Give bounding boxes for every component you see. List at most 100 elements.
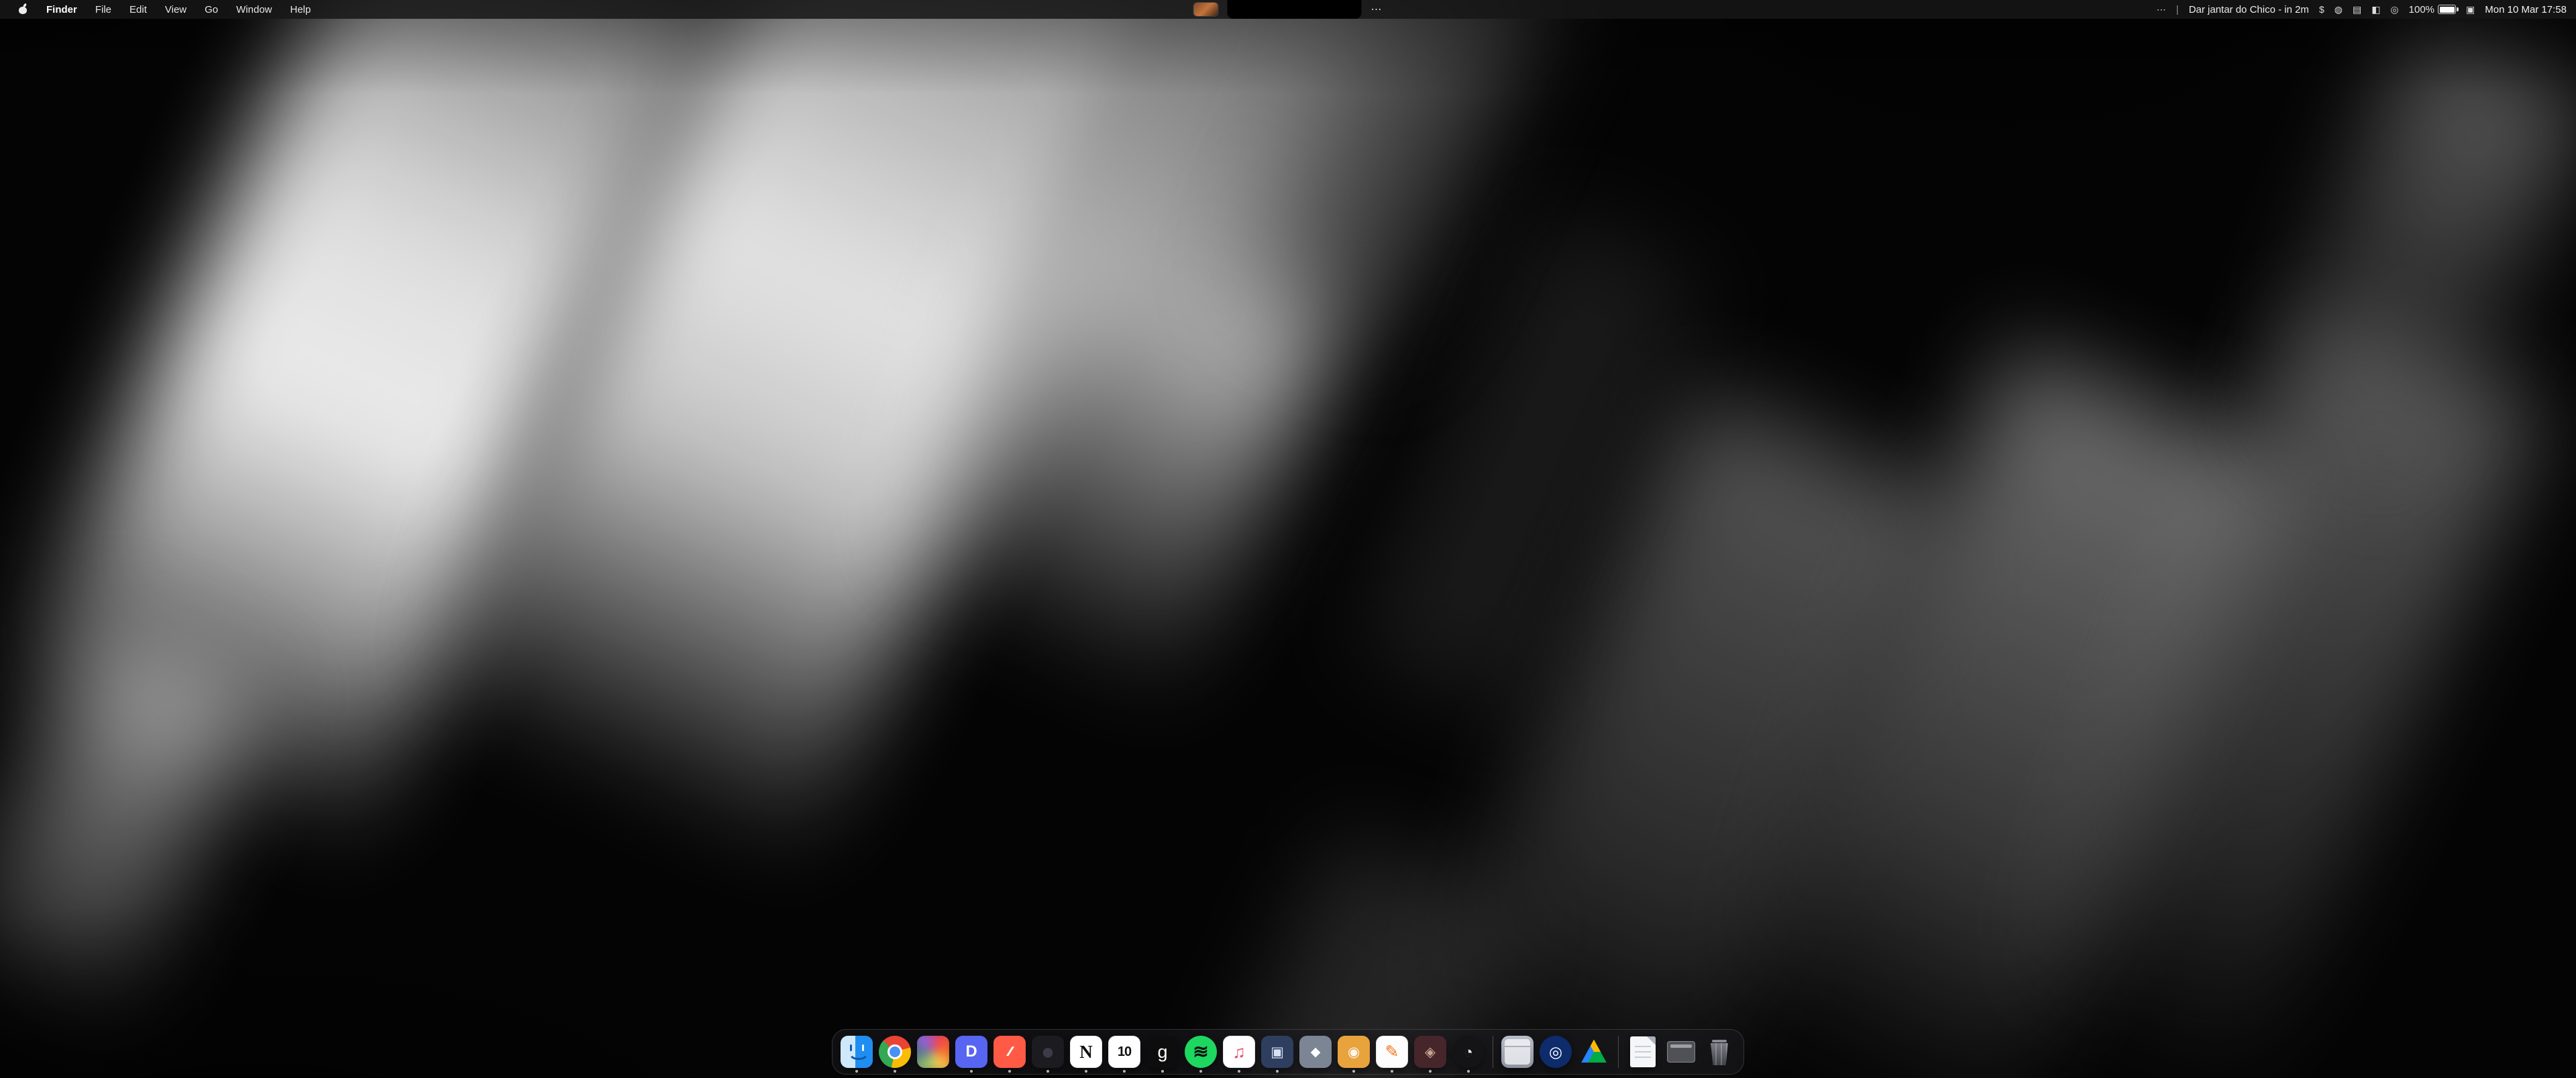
running-indicator — [1123, 1070, 1126, 1073]
dock-icon-glyph: ◔ — [1464, 1044, 1473, 1060]
menu-app-name[interactable]: Finder — [46, 4, 77, 15]
menu-item-edit[interactable]: Edit — [129, 4, 147, 15]
dock-item-freeform[interactable]: ✎ — [1375, 1036, 1409, 1068]
now-playing-widget[interactable] — [1194, 3, 1218, 16]
menu-item-help[interactable]: Help — [290, 4, 311, 15]
running-indicator — [970, 1070, 973, 1073]
dock-item-notion[interactable]: N — [1069, 1036, 1103, 1068]
running-indicator — [1085, 1070, 1087, 1073]
minimized-window-thumbnail — [1667, 1041, 1695, 1063]
dock-item-trash[interactable] — [1703, 1036, 1736, 1068]
screen-mirroring-icon[interactable]: ▣ — [2466, 4, 2475, 15]
menu-bar: Finder File Edit View Go Window Help ⋯ ⋯… — [0, 0, 2576, 19]
running-indicator — [894, 1070, 896, 1073]
running-indicator — [1429, 1070, 1432, 1073]
dock-item-amber-app[interactable]: ◉ — [1337, 1036, 1371, 1068]
battery-icon — [2438, 5, 2456, 14]
document-icon — [1630, 1036, 1656, 1067]
dock-item-maroon-app[interactable]: ◈ — [1413, 1036, 1447, 1068]
wallpaper — [0, 0, 2576, 1078]
dock-item-timer-app[interactable]: ◔ — [1452, 1036, 1485, 1068]
finder-icon — [841, 1036, 873, 1068]
menu-item-go[interactable]: Go — [205, 4, 218, 15]
dock-icon-glyph: D — [965, 1044, 977, 1060]
launchpad-icon — [917, 1036, 949, 1068]
g-app-icon: g — [1146, 1036, 1179, 1068]
menu-bar-right: ⋯ | Dar jantar do Chico - in 2m $ ◍ ▤ ◧ … — [2157, 4, 2576, 15]
google-drive-icon — [1578, 1036, 1610, 1068]
dark-orb-app-icon: ● — [1032, 1036, 1064, 1068]
dock-icon-glyph: 10 — [1118, 1045, 1131, 1059]
dock-item-chrome[interactable] — [878, 1036, 912, 1068]
notion-calendar-icon: 10 — [1108, 1036, 1140, 1068]
dock-item-google-drive[interactable] — [1577, 1036, 1611, 1068]
dock-icon-glyph: g — [1157, 1043, 1167, 1061]
dock-item-discord[interactable]: D — [955, 1036, 988, 1068]
overflow-menu-icon[interactable]: ⋯ — [1371, 3, 1383, 16]
battery-percent: 100% — [2409, 4, 2434, 15]
dock-item-notion-calendar[interactable]: 10 — [1108, 1036, 1141, 1068]
dock-item-spotify[interactable]: ≋ — [1184, 1036, 1218, 1068]
menubar-overflow-icon[interactable]: ⋯ — [2157, 4, 2166, 15]
launcher-icon[interactable]: ◎ — [2390, 4, 2398, 15]
dock-item-launchpad[interactable] — [916, 1036, 950, 1068]
running-indicator — [1046, 1070, 1049, 1073]
status-dot-icon[interactable]: ◍ — [2334, 4, 2343, 15]
dock-icon-glyph: ≋ — [1193, 1042, 1208, 1061]
dock: D ∕∕ ● N 10 g ≋ ♫ — [832, 1029, 1744, 1075]
menu-item-file[interactable]: File — [95, 4, 111, 15]
control-center-icon[interactable]: ◧ — [2371, 4, 2380, 15]
maroon-app-icon: ◈ — [1414, 1036, 1446, 1068]
dock-icon-glyph: ◉ — [1348, 1045, 1360, 1059]
1password-icon: ◎ — [1540, 1036, 1572, 1068]
dock-icon-glyph: ◆ — [1311, 1046, 1321, 1059]
dock-item-navy-app[interactable]: ▣ — [1260, 1036, 1294, 1068]
menu-item-view[interactable]: View — [165, 4, 186, 15]
dock-item-g-app[interactable]: g — [1146, 1036, 1179, 1068]
trash-icon — [1703, 1036, 1735, 1068]
dock-icon-glyph: ♫ — [1232, 1043, 1246, 1061]
apple-menu-icon[interactable] — [17, 4, 28, 15]
navy-app-icon: ▣ — [1261, 1036, 1293, 1068]
dock-icon-glyph: ● — [1041, 1040, 1055, 1063]
dock-item-finder[interactable] — [840, 1036, 873, 1068]
dock-item-document[interactable] — [1626, 1036, 1660, 1068]
running-indicator — [1467, 1070, 1470, 1073]
dock-item-raycast[interactable]: ∕∕ — [993, 1036, 1026, 1068]
music-icon: ♫ — [1223, 1036, 1255, 1068]
camera-notch — [1228, 0, 1362, 19]
spotify-icon: ≋ — [1185, 1036, 1217, 1068]
dock-item-music[interactable]: ♫ — [1222, 1036, 1256, 1068]
dock-icon-glyph: ▣ — [1271, 1045, 1284, 1059]
display-icon[interactable]: ▤ — [2353, 4, 2361, 15]
discord-icon: D — [955, 1036, 987, 1068]
running-indicator — [1238, 1070, 1240, 1073]
dock-item-minimized-window[interactable] — [1664, 1036, 1698, 1068]
desktop: Finder File Edit View Go Window Help ⋯ ⋯… — [0, 0, 2576, 1078]
freeform-icon: ✎ — [1376, 1036, 1408, 1068]
gray-app-icon: ◆ — [1299, 1036, 1332, 1068]
battery-status[interactable]: 100% — [2409, 4, 2456, 15]
recent-app-window-icon — [1501, 1036, 1534, 1068]
menu-bar-center: ⋯ — [1194, 0, 1383, 19]
running-indicator — [1391, 1070, 1393, 1073]
running-indicator — [1352, 1070, 1355, 1073]
amber-app-icon: ◉ — [1338, 1036, 1370, 1068]
chrome-icon — [879, 1036, 911, 1068]
dock-item-dark-orb-app[interactable]: ● — [1031, 1036, 1065, 1068]
running-indicator — [1199, 1070, 1202, 1073]
running-indicator — [1276, 1070, 1279, 1073]
menu-item-window[interactable]: Window — [236, 4, 272, 15]
notion-icon: N — [1070, 1036, 1102, 1068]
dock-icon-glyph: N — [1079, 1043, 1093, 1061]
dock-item-recent-app[interactable] — [1501, 1036, 1534, 1068]
dock-icon-glyph: ◈ — [1425, 1045, 1436, 1059]
dock-item-1password[interactable]: ◎ — [1539, 1036, 1572, 1068]
reminder-widget[interactable]: Dar jantar do Chico - in 2m — [2189, 4, 2309, 15]
wallpaper-vignette — [0, 0, 2576, 1078]
dock-icon-glyph: ∕∕ — [1009, 1045, 1011, 1059]
menu-bar-clock[interactable]: Mon 10 Mar 17:58 — [2485, 4, 2567, 15]
currency-icon[interactable]: $ — [2319, 4, 2324, 15]
menu-bar-left: Finder File Edit View Go Window Help — [0, 4, 311, 15]
dock-item-gray-app[interactable]: ◆ — [1299, 1036, 1332, 1068]
